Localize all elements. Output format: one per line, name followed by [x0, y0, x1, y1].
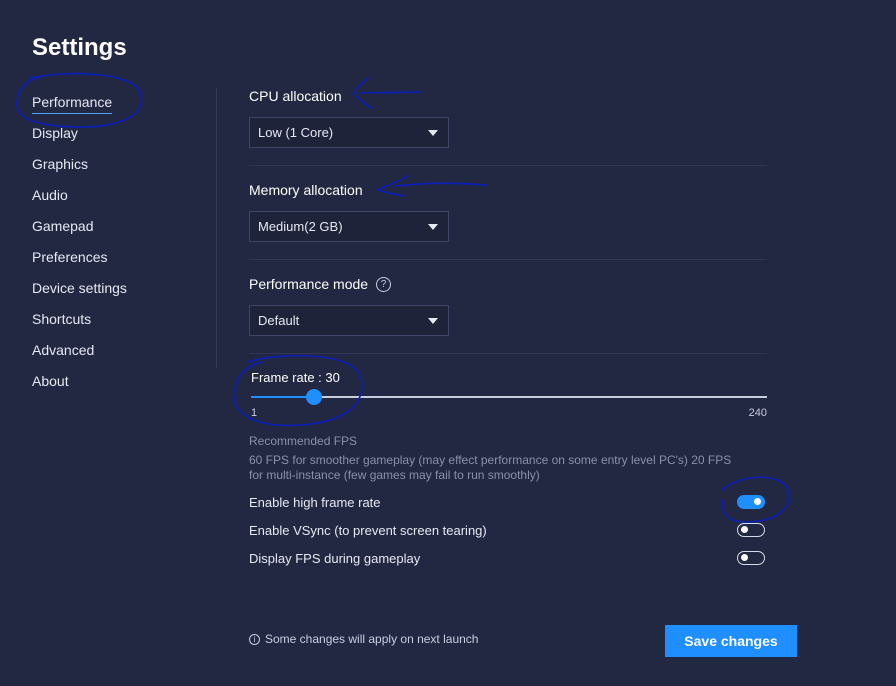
- frame-rate-slider-thumb[interactable]: [305, 389, 322, 405]
- sidebar-item-label: About: [32, 373, 69, 389]
- sidebar-item-performance[interactable]: Performance: [32, 93, 192, 124]
- settings-sidebar: Performance Display Graphics Audio Gamep…: [32, 93, 192, 403]
- caret-down-icon: [428, 129, 438, 136]
- annotation-arrow-cpu: [353, 77, 421, 109]
- cpu-allocation-value: Low (1 Core): [258, 125, 334, 140]
- sidebar-item-label: Audio: [32, 187, 68, 203]
- footer-note-text: Some changes will apply on next launch: [265, 632, 479, 646]
- frame-rate-min-label: 1: [251, 407, 258, 419]
- performance-mode-select[interactable]: Default: [249, 305, 449, 336]
- toggle-label: Display FPS during gameplay: [249, 550, 421, 566]
- toggle-row-display-fps: Display FPS during gameplay: [249, 547, 767, 569]
- sidebar-item-device-settings[interactable]: Device settings: [32, 279, 192, 310]
- cpu-allocation-select[interactable]: Low (1 Core): [249, 117, 449, 148]
- sidebar-item-shortcuts[interactable]: Shortcuts: [32, 310, 192, 341]
- display-fps-toggle[interactable]: [737, 551, 765, 565]
- recommended-fps-text-2: for multi-instance (few games may fail t…: [249, 468, 540, 482]
- frame-rate-max-label: 240: [748, 407, 767, 419]
- toggle-knob: [741, 526, 748, 533]
- section-divider: [249, 353, 767, 354]
- sidebar-item-audio[interactable]: Audio: [32, 186, 192, 217]
- recommended-fps-text-1: 60 FPS for smoother gameplay (may effect…: [249, 453, 732, 467]
- toggle-label: Enable VSync (to prevent screen tearing): [249, 522, 487, 538]
- sidebar-item-label: Display: [32, 125, 78, 141]
- frame-rate-slider-fill: [251, 396, 314, 398]
- toggle-row-high-frame-rate: Enable high frame rate: [249, 491, 767, 513]
- sidebar-item-graphics[interactable]: Graphics: [32, 155, 192, 186]
- frame-rate-slider-track[interactable]: [251, 396, 767, 398]
- toggle-row-vsync: Enable VSync (to prevent screen tearing): [249, 519, 767, 541]
- save-changes-button[interactable]: Save changes: [665, 625, 797, 657]
- info-circle-icon: i: [249, 633, 260, 645]
- footer-note: i Some changes will apply on next launch: [249, 632, 478, 646]
- memory-allocation-label: Memory allocation: [249, 182, 363, 198]
- sidebar-item-about[interactable]: About: [32, 372, 192, 403]
- sidebar-item-label: Preferences: [32, 249, 108, 265]
- memory-allocation-value: Medium(2 GB): [258, 219, 343, 234]
- toggle-knob: [754, 498, 761, 505]
- page-title: Settings: [32, 34, 127, 61]
- frame-rate-label: Frame rate : 30: [251, 370, 340, 385]
- annotation-arrow-memory: [376, 175, 487, 197]
- toggle-label: Enable high frame rate: [249, 494, 381, 510]
- sidebar-item-label: Graphics: [32, 156, 89, 172]
- sidebar-item-label: Device settings: [32, 280, 127, 296]
- sidebar-divider: [216, 88, 217, 368]
- performance-mode-label-row: Performance mode ?: [249, 276, 392, 292]
- caret-down-icon: [428, 317, 438, 324]
- performance-mode-value: Default: [258, 313, 300, 328]
- cpu-allocation-label: CPU allocation: [249, 88, 342, 104]
- question-circle-icon[interactable]: ?: [376, 276, 392, 292]
- sidebar-item-label: Gamepad: [32, 218, 94, 234]
- sidebar-item-display[interactable]: Display: [32, 124, 192, 155]
- section-divider: [249, 165, 767, 166]
- memory-allocation-select[interactable]: Medium(2 GB): [249, 211, 449, 242]
- sidebar-item-label: Shortcuts: [32, 311, 92, 327]
- performance-mode-label: Performance mode: [249, 276, 369, 292]
- sidebar-item-preferences[interactable]: Preferences: [32, 248, 192, 279]
- sidebar-item-gamepad[interactable]: Gamepad: [32, 217, 192, 248]
- toggle-knob: [741, 554, 748, 561]
- recommended-fps-title: Recommended FPS: [249, 434, 358, 448]
- section-divider: [249, 259, 767, 260]
- high-frame-rate-toggle[interactable]: [737, 495, 765, 509]
- sidebar-item-advanced[interactable]: Advanced: [32, 341, 192, 372]
- caret-down-icon: [428, 223, 438, 230]
- sidebar-item-label: Performance: [32, 93, 113, 114]
- vsync-toggle[interactable]: [737, 523, 765, 537]
- sidebar-item-label: Advanced: [32, 342, 95, 358]
